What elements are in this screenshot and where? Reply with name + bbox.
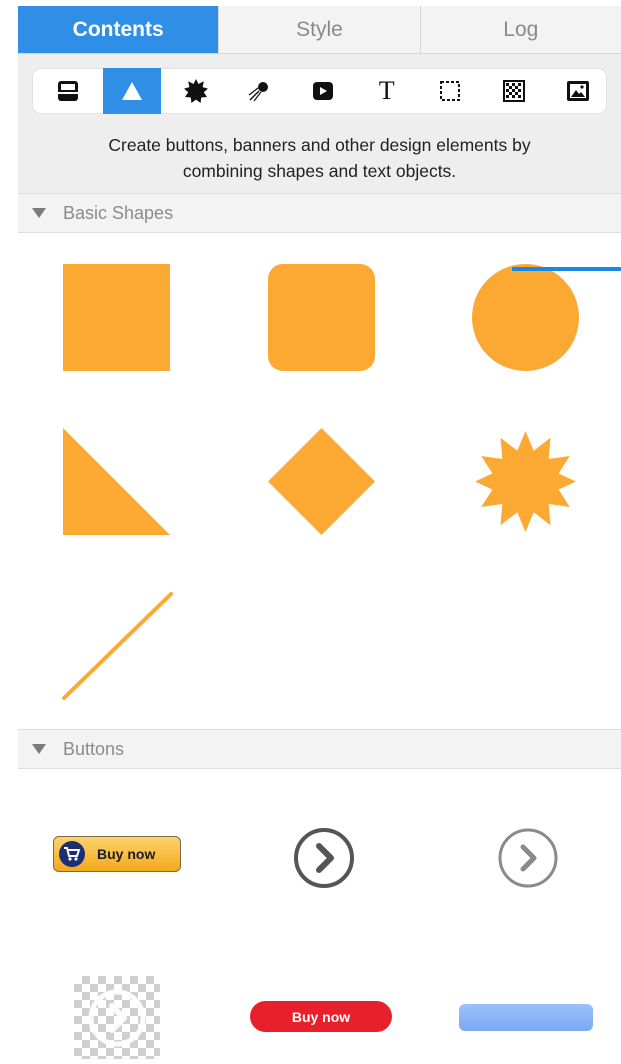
description-text: Create buttons, banners and other design… [108,135,531,181]
video-icon [313,82,334,100]
text-icon: T [378,76,395,105]
tab-contents[interactable]: Contents [18,6,220,53]
starburst-icon [183,79,208,103]
badges-tool-button[interactable] [166,68,225,114]
effects-tool-button[interactable] [230,68,289,114]
section-header-buttons[interactable]: Buttons [18,729,621,769]
image-tool-button[interactable] [548,68,607,114]
pattern-tool-button[interactable] [485,68,544,114]
text-tool-button[interactable]: T [357,68,416,114]
cart-icon [59,841,85,867]
disclosure-triangle-icon [32,744,46,754]
comet-icon [248,82,269,102]
tab-style[interactable]: Style [219,6,421,53]
buy-now-yellow-button[interactable]: Buy now [53,836,181,872]
dashed-rectangle-icon [440,81,461,101]
section-header-basic-shapes[interactable]: Basic Shapes [18,193,621,233]
circle-arrow-light-button[interactable] [496,826,560,890]
tab-bar: Contents Style Log [18,6,621,54]
section-title: Basic Shapes [63,202,174,223]
chevron-circle-icon [88,989,146,1047]
layout-icon [58,81,79,101]
circle-shape[interactable] [472,264,579,371]
category-toolbar: T [32,68,607,114]
button-label: Buy now [291,1008,351,1025]
image-icon [566,81,589,101]
frame-tool-button[interactable] [421,68,480,114]
buy-now-red-button[interactable]: Buy now [250,1001,392,1032]
right-triangle-shape[interactable] [63,428,170,535]
triangle-shape-icon [122,82,142,100]
section-title: Buttons [63,738,125,759]
line-shape[interactable] [60,590,175,702]
toolbar-panel: T Create buttons, banners and other desi… [18,54,621,193]
circle-arrow-dark-button[interactable] [292,826,356,890]
square-shape[interactable] [63,264,170,371]
blue-bar-button[interactable] [459,1004,593,1031]
tab-log[interactable]: Log [421,6,621,53]
circle-arrow-transparent-button[interactable] [74,976,160,1059]
insertion-indicator [512,267,621,271]
video-tool-button[interactable] [294,68,353,114]
diamond-shape[interactable] [268,428,375,535]
layout-tool-button[interactable] [39,68,98,114]
rounded-square-shape[interactable] [268,264,375,371]
button-label: Buy now [97,846,156,862]
pattern-icon [503,80,526,102]
disclosure-triangle-icon [32,208,46,218]
starburst-shape[interactable] [472,428,579,535]
shapes-tool-button[interactable] [102,68,162,114]
